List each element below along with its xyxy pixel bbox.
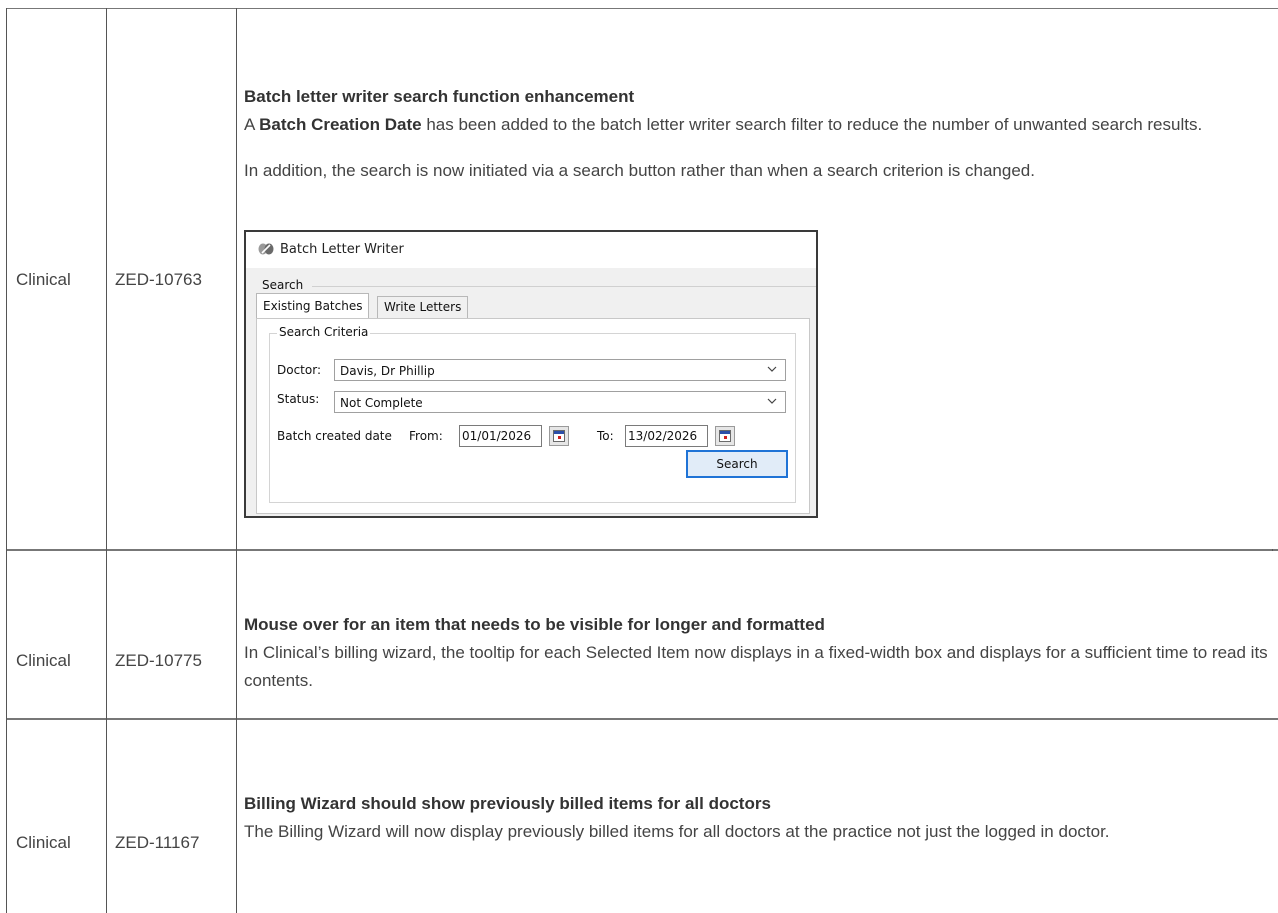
to-label: To: <box>597 429 614 443</box>
item-description: The Billing Wizard will now display prev… <box>244 822 1110 841</box>
window-title: Batch Letter Writer <box>280 242 404 257</box>
search-criteria-legend: Search Criteria <box>277 325 371 339</box>
bold-term: Batch Creation Date <box>259 115 422 134</box>
doctor-label: Doctor: <box>277 363 321 377</box>
description-cell: Batch letter writer search function enha… <box>244 83 1274 185</box>
column-divider <box>106 8 107 913</box>
category-cell: Clinical <box>16 270 71 289</box>
to-date-input[interactable]: 13/02/2026 <box>625 425 708 447</box>
group-divider <box>312 286 816 287</box>
release-notes-table: Clinical ZED-10763 Batch letter writer s… <box>0 0 1278 913</box>
row-divider <box>6 718 1278 720</box>
table-left-border <box>6 8 7 913</box>
tab-panel: Search Criteria Doctor: Davis, Dr Philli… <box>256 318 810 514</box>
window-titlebar: Batch Letter Writer <box>246 232 816 268</box>
table-top-border <box>6 8 1278 9</box>
item-title: Mouse over for an item that needs to be … <box>244 615 825 634</box>
ticket-cell: ZED-10763 <box>115 270 202 289</box>
item-description: A Batch Creation Date has been added to … <box>244 115 1203 134</box>
item-description: In Clinical’s billing wizard, the toolti… <box>244 643 1268 690</box>
item-description-2: In addition, the search is now initiated… <box>244 161 1035 180</box>
column-divider <box>236 8 237 913</box>
status-select-value: Not Complete <box>340 396 423 410</box>
search-button[interactable]: Search <box>686 450 788 478</box>
item-title: Billing Wizard should show previously bi… <box>244 794 771 813</box>
chevron-down-icon <box>767 398 777 404</box>
row-divider <box>6 549 1278 551</box>
calendar-icon <box>553 430 565 442</box>
doctor-select[interactable]: Davis, Dr Phillip <box>334 359 786 381</box>
ticket-cell: ZED-11167 <box>115 833 200 852</box>
status-label: Status: <box>277 392 320 406</box>
batch-created-date-label: Batch created date <box>277 429 392 443</box>
description-cell: Billing Wizard should show previously bi… <box>244 790 1274 846</box>
chevron-down-icon <box>767 366 777 372</box>
status-select[interactable]: Not Complete <box>334 391 786 413</box>
tab-write-letters[interactable]: Write Letters <box>377 296 469 318</box>
calendar-icon <box>719 430 731 442</box>
from-date-picker-button[interactable] <box>549 426 569 446</box>
from-date-input[interactable]: 01/01/2026 <box>459 425 542 447</box>
category-cell: Clinical <box>16 651 71 670</box>
from-label: From: <box>409 429 443 443</box>
description-cell: Mouse over for an item that needs to be … <box>244 611 1274 695</box>
app-logo-icon <box>258 243 274 255</box>
ticket-cell: ZED-10775 <box>115 651 202 670</box>
category-cell: Clinical <box>16 833 71 852</box>
item-title: Batch letter writer search function enha… <box>244 87 635 106</box>
to-date-picker-button[interactable] <box>715 426 735 446</box>
tab-existing-batches[interactable]: Existing Batches <box>256 293 370 319</box>
search-group-label: Search <box>262 278 304 292</box>
table-right-edge <box>1272 549 1273 551</box>
doctor-select-value: Davis, Dr Phillip <box>340 364 435 378</box>
